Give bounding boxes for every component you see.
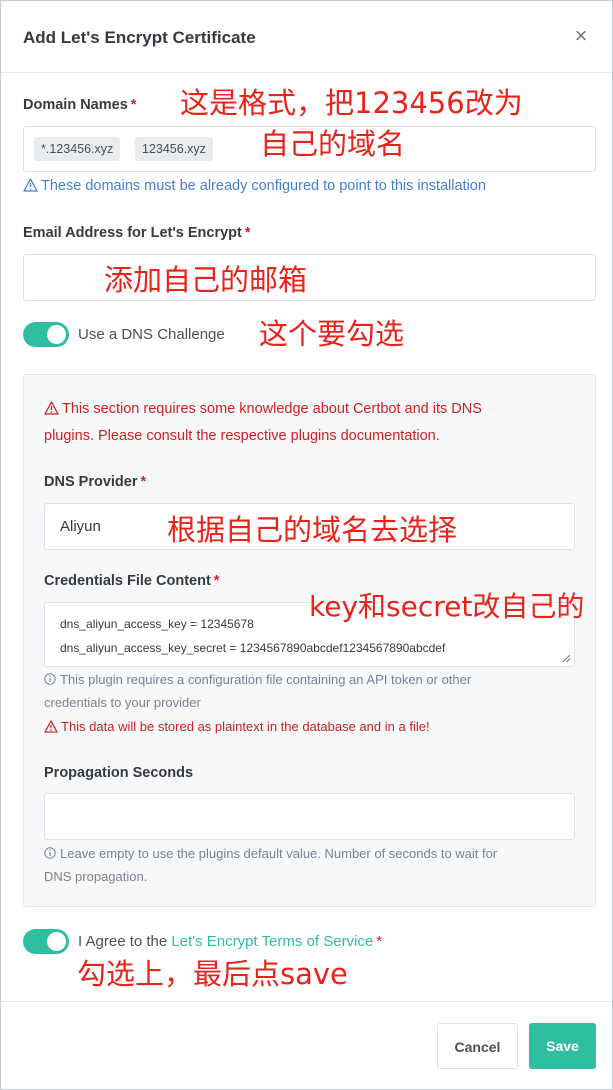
annotation-domain-own: 自己的域名 [260, 127, 406, 161]
required-mark: * [376, 933, 383, 950]
warning-triangle-icon [44, 401, 59, 415]
cancel-button[interactable]: Cancel [437, 1023, 518, 1069]
propagation-info-line2: DNS propagation. [44, 869, 148, 884]
credentials-line: dns_aliyun_access_key_secret = 123456789… [60, 641, 446, 655]
annotation-dns-toggle: 这个要勾选 [259, 317, 405, 351]
modal-title: Add Let's Encrypt Certificate [23, 28, 256, 47]
tos-link[interactable]: Let's Encrypt Terms of Service [171, 933, 373, 950]
email-label-text: Email Address for Let's Encrypt [23, 225, 242, 241]
modal-footer-divider [1, 1001, 612, 1002]
dns-provider-value: Aliyun [60, 518, 101, 535]
domain-names-hint: These domains must be already configured… [23, 178, 486, 194]
credentials-warning-text: This data will be stored as plaintext in… [61, 719, 430, 734]
modal-dialog: Add Let's Encrypt Certificate × Domain N… [0, 0, 613, 1090]
credentials-label: Credentials File Content * [44, 573, 219, 589]
agree-tos-label[interactable]: I Agree to the Let's Encrypt Terms of Se… [78, 933, 382, 950]
toggle-knob [47, 932, 66, 951]
dns-section-warning-line1: This section requires some knowledge abo… [44, 396, 482, 423]
annotation-agree: 勾选上，最后点save [77, 957, 348, 991]
dns-challenge-label[interactable]: Use a DNS Challenge [78, 326, 225, 343]
agree-prefix: I Agree to the [78, 933, 168, 950]
dns-section-warning-text1: This section requires some knowledge abo… [62, 401, 482, 417]
annotation-provider: 根据自己的域名去选择 [167, 513, 458, 547]
domain-tag[interactable]: *.123456.xyz [34, 137, 121, 161]
info-circle-icon [44, 673, 56, 685]
save-button[interactable]: Save [529, 1023, 596, 1069]
credentials-info-line2: credentials to your provider [44, 695, 201, 710]
warning-triangle-icon [23, 178, 38, 192]
domain-names-label: Domain Names * [23, 97, 136, 113]
propagation-label: Propagation Seconds [44, 765, 194, 781]
credentials-line: dns_aliyun_access_key = 12345678 [60, 617, 254, 631]
email-label: Email Address for Let's Encrypt * [23, 225, 251, 241]
domain-tag[interactable]: 123456.xyz [135, 137, 213, 161]
warning-triangle-icon [44, 720, 58, 733]
dns-section-warning: This section requires some knowledge abo… [44, 396, 482, 450]
close-icon[interactable]: × [569, 23, 593, 49]
annotation-credentials: key和secret改自己的 [309, 590, 585, 623]
dns-provider-label-text: DNS Provider [44, 474, 138, 490]
dns-provider-label: DNS Provider * [44, 474, 146, 490]
annotation-domain-format: 这是格式，把123456改为 [180, 86, 523, 120]
agree-tos-toggle[interactable] [23, 929, 69, 954]
propagation-seconds-input[interactable] [44, 793, 575, 840]
annotation-email: 添加自己的邮箱 [104, 263, 308, 297]
required-mark: * [213, 573, 220, 589]
domain-names-label-text: Domain Names [23, 97, 128, 113]
dns-section-warning-line2: plugins. Please consult the respective p… [44, 428, 440, 444]
credentials-warning: This data will be stored as plaintext in… [44, 719, 430, 734]
propagation-info: Leave empty to use the plugins default v… [44, 842, 497, 888]
credentials-info-text1: This plugin requires a configuration fil… [60, 672, 472, 687]
required-mark: * [140, 474, 147, 490]
propagation-info-line1: Leave empty to use the plugins default v… [44, 842, 497, 865]
info-circle-icon [44, 847, 56, 859]
toggle-knob [47, 325, 66, 344]
required-mark: * [244, 225, 251, 241]
required-mark: * [130, 97, 137, 113]
credentials-info: This plugin requires a configuration fil… [44, 668, 471, 714]
dns-challenge-toggle[interactable] [23, 322, 69, 347]
propagation-info-text1: Leave empty to use the plugins default v… [60, 846, 498, 861]
modal-header: Add Let's Encrypt Certificate × [1, 1, 612, 73]
credentials-label-text: Credentials File Content [44, 573, 211, 589]
domain-names-hint-text: These domains must be already configured… [41, 178, 486, 194]
resize-handle-icon[interactable] [562, 654, 571, 663]
credentials-info-line1: This plugin requires a configuration fil… [44, 668, 471, 691]
